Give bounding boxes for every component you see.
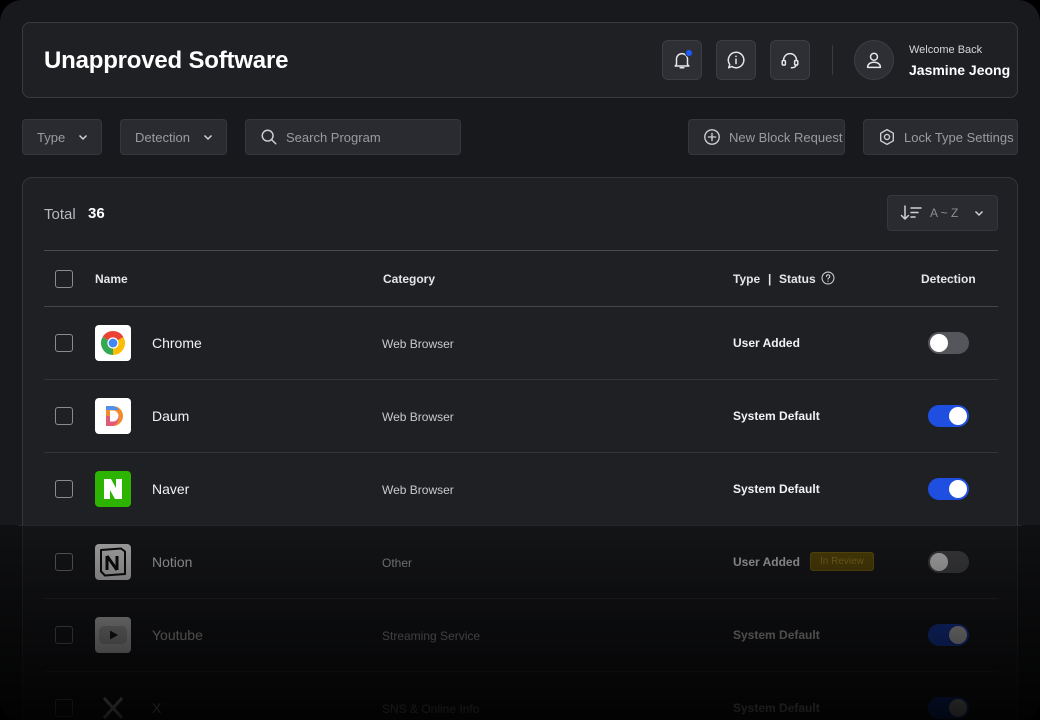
table-row[interactable]: Chrome Web Browser User Added bbox=[44, 307, 998, 380]
app-name: Notion bbox=[152, 554, 193, 570]
app-name: Chrome bbox=[152, 335, 202, 351]
notifications-button[interactable] bbox=[662, 40, 702, 80]
notion-icon bbox=[95, 544, 131, 580]
app-type: System Default bbox=[733, 628, 820, 642]
toggle-knob bbox=[930, 334, 948, 352]
app-name: Naver bbox=[152, 481, 190, 497]
table-row[interactable]: Youtube Streaming Service System Default bbox=[44, 599, 998, 672]
help-icon[interactable] bbox=[821, 271, 835, 285]
naver-icon bbox=[95, 471, 131, 507]
detection-toggle[interactable] bbox=[928, 405, 969, 427]
table-row[interactable]: Notion Other User Added In Review bbox=[44, 526, 998, 599]
software-list-card: Total 36 A ~ Z Name Category Type | Stat… bbox=[22, 177, 1018, 720]
toggle-knob bbox=[949, 699, 967, 717]
column-header-name: Name bbox=[95, 272, 128, 286]
plus-circle-icon bbox=[704, 129, 720, 145]
info-button[interactable] bbox=[716, 40, 756, 80]
column-header-type: Type bbox=[733, 272, 761, 286]
search-input[interactable]: Search Program bbox=[245, 119, 461, 155]
status-badge: In Review bbox=[810, 552, 874, 571]
page-header: Unapproved Software Welcome Back Jasmine… bbox=[22, 22, 1018, 98]
detection-toggle[interactable] bbox=[928, 697, 969, 719]
column-header-detection: Detection bbox=[921, 272, 976, 286]
chevron-down-icon bbox=[974, 210, 984, 217]
chrome-icon bbox=[95, 325, 131, 361]
table-row[interactable]: Daum Web Browser System Default bbox=[44, 380, 998, 453]
youtube-icon bbox=[95, 617, 131, 653]
sort-label: A ~ Z bbox=[930, 206, 959, 220]
user-icon bbox=[866, 52, 882, 69]
row-checkbox[interactable] bbox=[55, 626, 73, 644]
app-category: Other bbox=[382, 556, 413, 570]
toggle-knob bbox=[930, 553, 948, 571]
new-block-request-label: New Block Request bbox=[729, 129, 843, 145]
chevron-down-icon bbox=[78, 134, 88, 141]
toggle-knob bbox=[949, 407, 967, 425]
sort-dropdown[interactable]: A ~ Z bbox=[887, 195, 998, 231]
app-type: System Default bbox=[733, 701, 820, 715]
app-category: Web Browser bbox=[382, 483, 454, 497]
app-category: SNS & Online Info bbox=[382, 702, 480, 716]
support-button[interactable] bbox=[770, 40, 810, 80]
chevron-down-icon bbox=[203, 134, 213, 141]
new-block-request-button[interactable]: New Block Request bbox=[688, 119, 845, 155]
toggle-knob bbox=[949, 480, 967, 498]
toggle-knob bbox=[949, 626, 967, 644]
column-header-category: Category bbox=[383, 272, 436, 286]
app-type: System Default bbox=[733, 482, 820, 496]
detection-filter-dropdown[interactable]: Detection bbox=[120, 119, 227, 155]
app-name: X bbox=[152, 700, 162, 716]
detection-filter-label: Detection bbox=[135, 129, 190, 145]
page-title: Unapproved Software bbox=[44, 47, 289, 74]
detection-toggle[interactable] bbox=[928, 332, 969, 354]
settings-hex-icon bbox=[880, 128, 894, 146]
total-label: Total bbox=[44, 206, 76, 223]
table-row[interactable]: Naver Web Browser System Default bbox=[44, 453, 998, 526]
type-filter-dropdown[interactable]: Type bbox=[22, 119, 102, 155]
column-header-status: Status bbox=[779, 272, 816, 286]
row-checkbox[interactable] bbox=[55, 480, 73, 498]
headset-icon bbox=[781, 52, 799, 69]
welcome-text: Welcome Back bbox=[909, 44, 983, 56]
table-header-top-border bbox=[44, 250, 998, 251]
notification-dot bbox=[685, 49, 693, 57]
app-name: Youtube bbox=[152, 627, 203, 643]
type-filter-label: Type bbox=[37, 129, 66, 145]
detection-toggle[interactable] bbox=[928, 551, 969, 573]
app-category: Streaming Service bbox=[382, 629, 481, 643]
row-checkbox[interactable] bbox=[55, 334, 73, 352]
x-icon bbox=[95, 690, 131, 720]
row-checkbox[interactable] bbox=[55, 407, 73, 425]
column-header-separator: | bbox=[768, 272, 772, 286]
row-checkbox[interactable] bbox=[55, 553, 73, 571]
lock-type-settings-button[interactable]: Lock Type Settings bbox=[863, 119, 1018, 155]
user-name: Jasmine Jeong bbox=[909, 62, 1011, 78]
app-category: Web Browser bbox=[382, 410, 454, 424]
search-placeholder: Search Program bbox=[286, 129, 381, 145]
detection-toggle[interactable] bbox=[928, 624, 969, 646]
table-row[interactable]: X SNS & Online Info System Default bbox=[44, 672, 998, 720]
row-checkbox[interactable] bbox=[55, 699, 73, 717]
app-window: Unapproved Software Welcome Back Jasmine… bbox=[0, 0, 1040, 720]
select-all-checkbox[interactable] bbox=[55, 270, 73, 288]
app-category: Web Browser bbox=[382, 337, 454, 351]
sort-icon bbox=[900, 205, 922, 220]
search-icon bbox=[261, 129, 277, 145]
header-divider bbox=[832, 45, 833, 75]
app-type: User Added bbox=[733, 336, 800, 350]
app-type: User Added bbox=[733, 555, 800, 569]
app-name: Daum bbox=[152, 408, 190, 424]
avatar[interactable] bbox=[854, 40, 894, 80]
daum-icon bbox=[95, 398, 131, 434]
app-type: System Default bbox=[733, 409, 820, 423]
info-chat-icon bbox=[727, 51, 745, 69]
fade-edge bbox=[18, 525, 1022, 526]
total-count: 36 bbox=[88, 205, 105, 222]
detection-toggle[interactable] bbox=[928, 478, 969, 500]
lock-type-settings-label: Lock Type Settings bbox=[904, 129, 1014, 145]
